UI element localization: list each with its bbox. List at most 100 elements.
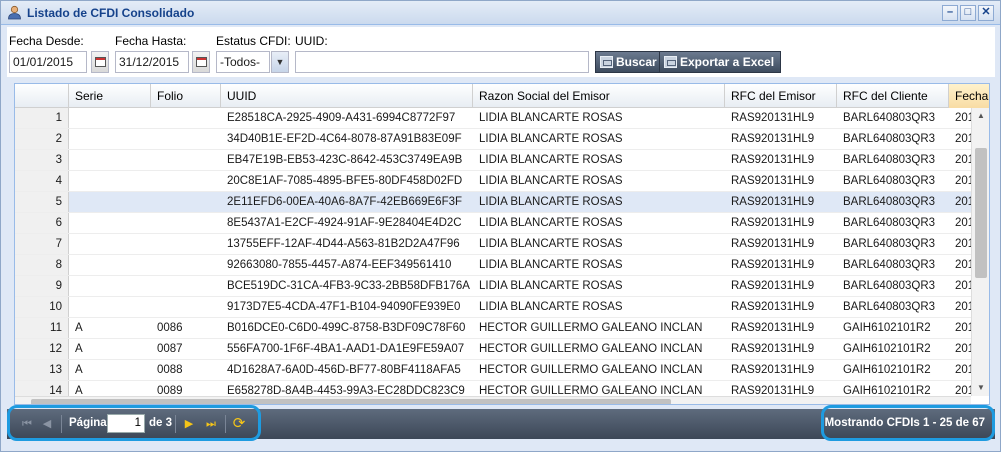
- cell-fecha: 2015: [955, 112, 971, 124]
- fecha-hasta-input[interactable]: 31/12/2015: [115, 51, 189, 73]
- table-row[interactable]: 1 E28518CA-2925-4909-A431-6994C8772F97 LID…: [15, 108, 971, 129]
- cell-fecha: 2015: [955, 217, 971, 229]
- calendar-icon: [196, 57, 207, 67]
- cell-fecha: 2015: [955, 175, 971, 187]
- cell-uuid: EB47E19B-EB53-423C-8642-453C3749EA9B: [227, 154, 463, 166]
- table-row[interactable]: 11 A 0086 B016DCE0-C6D0-499C-8758-B3DF09C78…: [15, 318, 971, 339]
- horizontal-scrollbar[interactable]: [15, 396, 971, 404]
- table-row[interactable]: 6 8E5437A1-E2CF-4924-91AF-9E28404E4D2C LID…: [15, 213, 971, 234]
- header-razon-social[interactable]: Razon Social del Emisor: [473, 84, 725, 108]
- cell-rfc-cliente: GAIH6102101R2: [843, 364, 931, 376]
- table-row[interactable]: 10 9173D7E5-4CDA-47F1-B104-94090FE939E0 LI…: [15, 297, 971, 318]
- cell-rownum: 13: [15, 360, 69, 380]
- cell-uuid: 556FA700-1F6F-4BA1-AAD1-DA1E9FE59A07: [227, 343, 465, 355]
- cell-serie: [69, 192, 151, 212]
- scroll-up-icon[interactable]: ▲: [974, 110, 988, 122]
- buscar-button[interactable]: Buscar: [595, 51, 664, 73]
- cell-folio: [151, 276, 221, 296]
- maximize-button[interactable]: □: [960, 5, 976, 21]
- close-button[interactable]: ✕: [978, 5, 994, 21]
- cell-rfc-cliente: BARL640803QR3: [843, 112, 936, 124]
- fecha-desde-calendar-button[interactable]: [91, 51, 109, 73]
- cell-serie: A: [75, 364, 83, 376]
- pager-nav-highlight: [7, 405, 261, 441]
- header-rfc-cliente[interactable]: RFC del Cliente: [837, 84, 949, 108]
- table-row[interactable]: 12 A 0087 556FA700-1F6F-4BA1-AAD1-DA1E9FE59…: [15, 339, 971, 360]
- cell-folio: [151, 171, 221, 191]
- uuid-input[interactable]: [295, 51, 589, 73]
- fecha-desde-input[interactable]: 01/01/2015: [9, 51, 87, 73]
- cell-serie: [69, 255, 151, 275]
- table-row[interactable]: 13 A 0088 4D1628A7-6A0D-456D-BF77-80BF4118A…: [15, 360, 971, 381]
- cell-folio: [151, 255, 221, 275]
- header-rfc-emisor[interactable]: RFC del Emisor: [725, 84, 837, 108]
- cell-rfc-emisor: RAS920131HL9: [731, 259, 815, 271]
- cell-rfc-emisor: RAS920131HL9: [731, 175, 815, 187]
- calendar-icon: [95, 57, 106, 67]
- cell-rfc-emisor: RAS920131HL9: [731, 133, 815, 145]
- cell-rfc-emisor: RAS920131HL9: [731, 238, 815, 250]
- cell-serie: A: [75, 385, 83, 396]
- cell-rfc-cliente: BARL640803QR3: [843, 217, 936, 229]
- cell-fecha: 2015: [955, 343, 971, 355]
- chevron-down-icon[interactable]: ▼: [271, 51, 289, 73]
- cell-fecha: 2015: [955, 259, 971, 271]
- cfdi-grid: Serie Folio UUID Razon Social del Emisor…: [14, 83, 990, 405]
- table-row[interactable]: 14 A 0089 E658278D-8A4B-4453-99A3-EC28DDC82…: [15, 381, 971, 396]
- cell-rfc-cliente: BARL640803QR3: [843, 133, 936, 145]
- scroll-thumb[interactable]: [975, 148, 987, 278]
- table-row[interactable]: 7 13755EFF-12AF-4D44-A563-81B2D2A47F96 LID…: [15, 234, 971, 255]
- cell-rfc-emisor: RAS920131HL9: [731, 196, 815, 208]
- cell-rfc-cliente: BARL640803QR3: [843, 175, 936, 187]
- cell-razon-social: HECTOR GUILLERMO GALEANO INCLAN: [479, 343, 703, 355]
- fecha-hasta-calendar-button[interactable]: [192, 51, 210, 73]
- grid-body: 1 E28518CA-2925-4909-A431-6994C8772F97 LID…: [15, 108, 971, 396]
- cell-razon-social: LIDIA BLANCARTE ROSAS: [479, 175, 623, 187]
- cell-razon-social: LIDIA BLANCARTE ROSAS: [479, 154, 623, 166]
- header-serie[interactable]: Serie: [69, 84, 151, 108]
- header-uuid[interactable]: UUID: [221, 84, 473, 108]
- grid-header: Serie Folio UUID Razon Social del Emisor…: [15, 84, 989, 108]
- table-row[interactable]: 5 2E11EFD6-00EA-40A6-8A7F-42EB669E6F3F LID…: [15, 192, 971, 213]
- table-row[interactable]: 9 BCE519DC-31CA-4FB3-9C33-2BB58DFB176A LID…: [15, 276, 971, 297]
- buscar-label: Buscar: [616, 55, 657, 69]
- cell-rfc-emisor: RAS920131HL9: [731, 364, 815, 376]
- table-row[interactable]: 4 20C8E1AF-7085-4895-BFE5-80DF458D02FD LID…: [15, 171, 971, 192]
- table-row[interactable]: 8 92663080-7855-4457-A874-EEF349561410 LID…: [15, 255, 971, 276]
- excel-icon: [664, 56, 677, 68]
- scroll-down-icon[interactable]: ▼: [974, 382, 988, 394]
- window-titlebar[interactable]: Listado de CFDI Consolidado – □ ✕: [1, 1, 1000, 25]
- cell-uuid: E28518CA-2925-4909-A431-6994C8772F97: [227, 112, 456, 124]
- header-rownum[interactable]: [15, 84, 69, 108]
- cell-folio: [151, 234, 221, 254]
- cell-folio: [151, 129, 221, 149]
- cell-rownum: 2: [15, 129, 69, 149]
- cell-rfc-emisor: RAS920131HL9: [731, 217, 815, 229]
- header-folio[interactable]: Folio: [151, 84, 221, 108]
- vertical-scrollbar[interactable]: ▲ ▼: [971, 108, 989, 396]
- cell-razon-social: HECTOR GUILLERMO GALEANO INCLAN: [479, 364, 703, 376]
- exportar-excel-button[interactable]: Exportar a Excel: [659, 51, 782, 73]
- cell-uuid: BCE519DC-31CA-4FB3-9C33-2BB58DFB176A: [227, 280, 470, 292]
- cell-razon-social: LIDIA BLANCARTE ROSAS: [479, 217, 623, 229]
- table-row[interactable]: 2 34D40B1E-EF2D-4C64-8078-87A91B83E09F LID…: [15, 129, 971, 150]
- cell-rfc-cliente: BARL640803QR3: [843, 154, 936, 166]
- cell-razon-social: LIDIA BLANCARTE ROSAS: [479, 238, 623, 250]
- cell-folio: 0087: [157, 343, 183, 355]
- header-fecha[interactable]: Fecha: [949, 84, 989, 108]
- cell-rfc-cliente: GAIH6102101R2: [843, 322, 931, 334]
- fecha-desde-label: Fecha Desde:: [9, 34, 84, 48]
- cell-razon-social: LIDIA BLANCARTE ROSAS: [479, 112, 623, 124]
- cell-uuid: 9173D7E5-4CDA-47F1-B104-94090FE939E0: [227, 301, 461, 313]
- table-row[interactable]: 3 EB47E19B-EB53-423C-8642-453C3749EA9B LID…: [15, 150, 971, 171]
- cell-rfc-emisor: RAS920131HL9: [731, 280, 815, 292]
- minimize-button[interactable]: –: [942, 5, 958, 21]
- cell-folio: [151, 108, 221, 128]
- estatus-select[interactable]: -Todos-: [216, 51, 270, 73]
- cell-folio: [151, 213, 221, 233]
- cell-fecha: 2015: [955, 322, 971, 334]
- cell-folio: 0089: [157, 385, 183, 396]
- cell-razon-social: HECTOR GUILLERMO GALEANO INCLAN: [479, 322, 703, 334]
- cell-folio: 0086: [157, 322, 183, 334]
- cell-rfc-cliente: BARL640803QR3: [843, 238, 936, 250]
